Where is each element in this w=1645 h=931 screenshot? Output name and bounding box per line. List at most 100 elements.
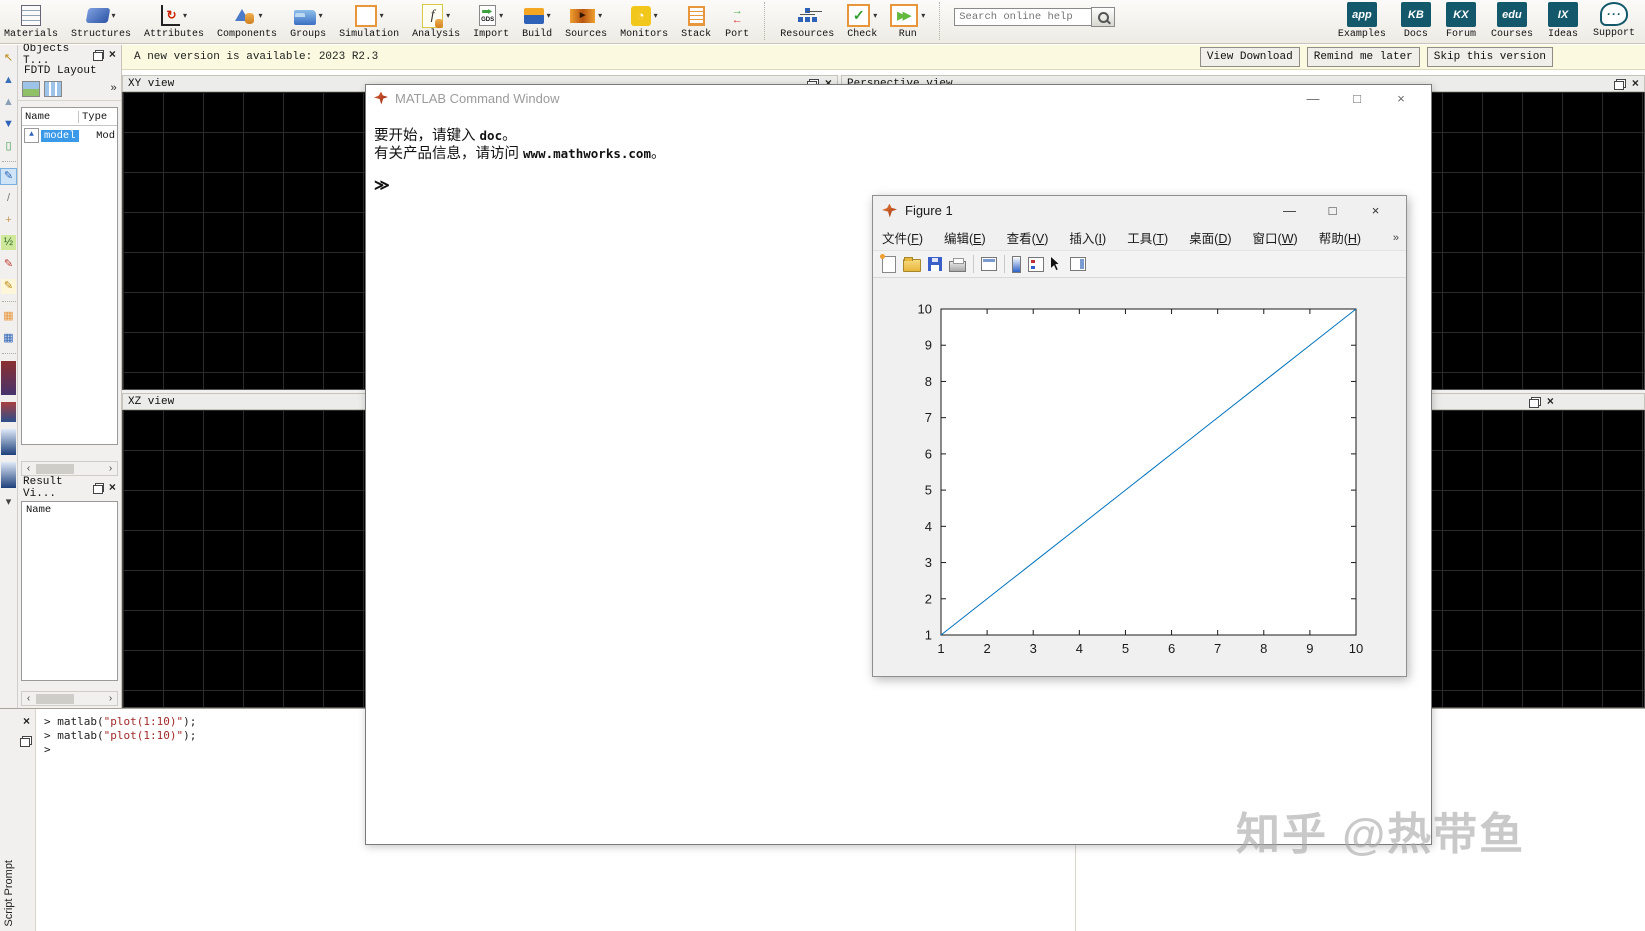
float-panel-icon[interactable]	[1616, 79, 1626, 88]
delete-icon[interactable]: ▯	[1, 139, 16, 154]
toolbar-overflow-chevron[interactable]: »	[110, 83, 117, 95]
menu-v[interactable]: 查看(V)	[1007, 228, 1049, 247]
scroll-left-arrow-icon[interactable]: ‹	[22, 462, 35, 475]
result-view-hscrollbar[interactable]: ‹ ›	[21, 691, 118, 706]
help-item-support[interactable]: ···Support	[1593, 2, 1635, 40]
menu-d[interactable]: 桌面(D)	[1189, 228, 1231, 247]
matlab-window-titlebar[interactable]: MATLAB Command Window — □ ×	[366, 85, 1431, 111]
dropdown-caret-icon[interactable]: ▾	[183, 12, 187, 20]
toolbar-item-attributes[interactable]: ↻▾Attributes	[144, 2, 204, 41]
toolbar-item-simulation[interactable]: ▾Simulation	[339, 2, 399, 41]
object-name[interactable]: model	[41, 130, 79, 142]
help-item-forum[interactable]: KXForum	[1446, 2, 1476, 41]
skip-this-version-button[interactable]: Skip this version	[1427, 47, 1553, 67]
float-panel-icon[interactable]	[95, 483, 103, 492]
search-button[interactable]	[1091, 7, 1115, 27]
close-button[interactable]: ×	[1379, 91, 1423, 106]
cursor-icon[interactable]	[1051, 257, 1063, 271]
search-input[interactable]	[954, 8, 1091, 26]
column-header-type[interactable]: Type	[78, 111, 117, 123]
toolbar-item-stack[interactable]: Stack	[681, 2, 711, 41]
toolbar-item-sources[interactable]: ►▾Sources	[565, 2, 607, 41]
pan-icon[interactable]: +	[1, 213, 16, 228]
minimize-button[interactable]: —	[1268, 203, 1311, 218]
column-header-name[interactable]: Name	[22, 111, 78, 123]
dropdown-caret-icon[interactable]: ▾	[547, 12, 551, 20]
edit-red-icon[interactable]: ✎	[1, 257, 16, 272]
adjust-tool-icon[interactable]: /	[1, 191, 16, 206]
menu-t[interactable]: 工具(T)	[1127, 228, 1168, 247]
objects-tree-hscrollbar[interactable]: ‹ ›	[21, 461, 118, 476]
toolbar-item-resources[interactable]: Resources	[780, 2, 834, 41]
print-preview-icon[interactable]	[981, 257, 997, 271]
layout-split-icon[interactable]	[44, 81, 62, 97]
dropdown-caret-icon[interactable]: ▾	[259, 12, 263, 20]
close-button[interactable]: ×	[1354, 203, 1397, 218]
gradient-bar-icon[interactable]	[1, 429, 16, 455]
mesh-edit-icon[interactable]: ✎	[1, 279, 16, 294]
toolbar-item-analysis[interactable]: f▾Analysis	[412, 2, 460, 41]
figure-window[interactable]: Figure 1 — □ × 文件(F)编辑(E)查看(V)插入(I)工具(T)…	[872, 195, 1407, 677]
maximize-button[interactable]: □	[1311, 203, 1354, 218]
menu-h[interactable]: 帮助(H)	[1319, 228, 1361, 247]
help-item-examples[interactable]: appExamples	[1338, 2, 1386, 41]
float-panel-icon[interactable]	[95, 50, 103, 59]
help-item-docs[interactable]: KBDocs	[1401, 2, 1431, 41]
grid-table-icon[interactable]: ▦	[1, 331, 16, 346]
zoom-fit-icon[interactable]: ▼	[1, 117, 16, 132]
toolbar-item-components[interactable]: ▾Components	[217, 2, 277, 41]
scroll-right-arrow-icon[interactable]: ›	[104, 462, 117, 475]
view-download-button[interactable]: View Download	[1200, 47, 1300, 67]
toolbar-item-check[interactable]: ✓▾Check	[847, 2, 877, 41]
toolbar-item-run[interactable]: ▶▶▾Run	[890, 2, 925, 41]
scroll-right-arrow-icon[interactable]: ›	[104, 692, 117, 705]
new-figure-icon[interactable]	[882, 256, 896, 273]
toolbar-item-build[interactable]: ▾Build	[522, 2, 552, 41]
dropdown-caret-icon[interactable]: ▾	[446, 12, 450, 20]
dropdown-caret-icon[interactable]: ▾	[499, 12, 503, 20]
dropdown-caret-icon[interactable]: ▾	[654, 12, 658, 20]
help-item-courses[interactable]: eduCourses	[1491, 2, 1533, 41]
close-panel-icon[interactable]: ×	[109, 482, 116, 494]
close-panel-icon[interactable]: ×	[1547, 396, 1554, 408]
dropdown-caret-icon[interactable]: ▾	[921, 12, 925, 20]
toolbar-item-port[interactable]: Port	[724, 2, 750, 41]
open-file-icon[interactable]	[903, 259, 921, 272]
minimize-button[interactable]: —	[1291, 91, 1335, 106]
dropdown-caret-icon[interactable]: ▾	[598, 12, 602, 20]
help-item-ideas[interactable]: IXIdeas	[1548, 2, 1578, 41]
edit-select-icon[interactable]: ✎	[1, 169, 16, 184]
toolbar-item-structures[interactable]: ▾Structures	[71, 2, 131, 41]
close-panel-icon[interactable]: ×	[109, 49, 116, 61]
zoom-in-icon[interactable]: ▲	[1, 73, 16, 88]
close-panel-icon[interactable]: ×	[1632, 78, 1639, 90]
select-pointer-icon[interactable]: ↖	[1, 51, 16, 66]
toolbar-item-materials[interactable]: Materials	[4, 2, 58, 41]
maximize-button[interactable]: □	[1335, 91, 1379, 106]
ruler-icon[interactable]: ½	[1, 235, 16, 250]
matlab-prompt[interactable]: ≫	[374, 176, 1431, 194]
dropdown-caret-icon[interactable]: ▾	[873, 12, 877, 20]
toolbar-item-groups[interactable]: ▾Groups	[290, 2, 326, 41]
menu-w[interactable]: 窗口(W)	[1253, 228, 1298, 247]
dropdown-caret-icon[interactable]: ▾	[380, 12, 384, 20]
legend-icon[interactable]	[1028, 257, 1044, 272]
dropdown-arrows-icon[interactable]: ▾	[1, 495, 16, 510]
scrollbar-thumb[interactable]	[36, 464, 74, 474]
save-figure-icon[interactable]	[928, 257, 942, 271]
close-panel-icon[interactable]: ×	[23, 715, 30, 727]
menu-overflow-chevron[interactable]: »	[1393, 232, 1399, 244]
dock-figure-icon[interactable]	[1070, 257, 1086, 271]
menu-e[interactable]: 编辑(E)	[944, 228, 986, 247]
fdtd-layout-tab[interactable]: FDTD Layout	[18, 64, 121, 79]
dropdown-caret-icon[interactable]: ▾	[319, 12, 323, 20]
matlab-console-output[interactable]: 要开始，请键入 doc。 有关产品信息，请访问 www.mathworks.co…	[366, 111, 1431, 194]
menu-i[interactable]: 插入(I)	[1069, 228, 1106, 247]
script-prompt-tab[interactable]: Script Prompt	[0, 709, 19, 931]
toolbar-item-import[interactable]: GDS▾Import	[473, 2, 509, 41]
layout-view-icon[interactable]	[22, 81, 40, 97]
print-figure-icon[interactable]	[949, 261, 966, 272]
figure-window-titlebar[interactable]: Figure 1 — □ ×	[873, 196, 1406, 225]
gradient-bar-2-icon[interactable]	[1, 462, 16, 488]
object-tree-row[interactable]: ▲modelMod	[22, 126, 117, 145]
